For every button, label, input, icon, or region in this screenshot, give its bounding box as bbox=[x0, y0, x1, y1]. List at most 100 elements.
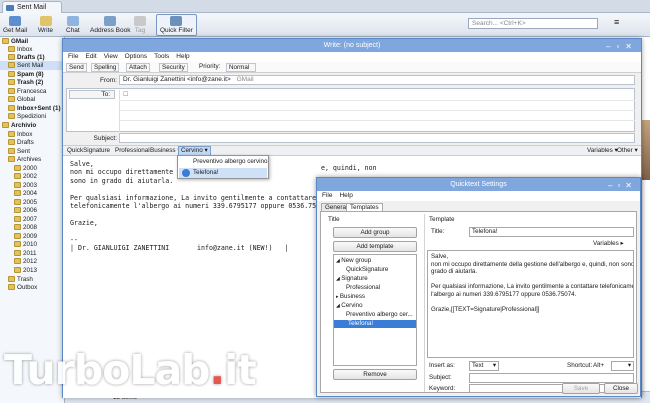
recipients-box: To: ☐ bbox=[66, 88, 635, 132]
sidebar-item-archives[interactable]: Archives bbox=[0, 155, 64, 164]
compose-menu-file[interactable]: File bbox=[68, 53, 78, 60]
folder-icon bbox=[2, 38, 9, 44]
chevron-down-icon: ▾ bbox=[492, 362, 496, 369]
quicktext-menu-file[interactable]: File bbox=[322, 192, 332, 199]
address-book-icon bbox=[104, 16, 117, 26]
tag-button[interactable]: Tag bbox=[134, 16, 146, 34]
sidebar-item-archivio[interactable]: Archivio bbox=[0, 121, 64, 130]
qt-variables[interactable]: Variables ▾ bbox=[587, 147, 618, 155]
tab-sent-mail[interactable]: Sent Mail bbox=[2, 1, 62, 13]
remove-button[interactable]: Remove bbox=[333, 369, 417, 380]
divider bbox=[119, 100, 635, 101]
spelling-button[interactable]: Spelling bbox=[91, 63, 120, 72]
address-book-button[interactable]: Address Book bbox=[90, 16, 130, 34]
compose-menu-options[interactable]: Options bbox=[125, 53, 147, 60]
menu-item-preventivo[interactable]: Preventivo albergo cervino bbox=[179, 157, 268, 167]
compose-menu-edit[interactable]: Edit bbox=[85, 53, 96, 60]
from-field[interactable]: Dr. Gianluigi Zanettini <info@zane.it> G… bbox=[119, 75, 635, 85]
sidebar-item-2013[interactable]: 2013 bbox=[0, 266, 64, 275]
save-button[interactable]: Save bbox=[562, 383, 600, 394]
sidebar-item-2002[interactable]: 2002 bbox=[0, 172, 64, 181]
from-label: From: bbox=[100, 77, 117, 84]
folder-icon bbox=[14, 190, 21, 196]
variables-button[interactable]: Variables ▸ bbox=[593, 240, 624, 248]
compose-header: From: Dr. Gianluigi Zanettini <info@zane… bbox=[63, 74, 641, 144]
tree-node[interactable]: QuickSignature bbox=[336, 266, 388, 274]
menu-item-telefona[interactable]: Telefona! bbox=[179, 168, 267, 178]
sidebar-item-global[interactable]: Global bbox=[0, 95, 64, 104]
sidebar-item-trash-2[interactable]: Trash (2) bbox=[0, 78, 64, 87]
compose-menu-help[interactable]: Help bbox=[176, 53, 189, 60]
insert-as-select[interactable]: Text ▾ bbox=[469, 361, 499, 371]
quicktext-menubar: File Help bbox=[317, 191, 640, 201]
qt-other[interactable]: Other ▾ bbox=[617, 147, 638, 155]
sidebar-item-2008[interactable]: 2008 bbox=[0, 223, 64, 232]
compose-titlebar: Write: (no subject) –▫✕ bbox=[63, 39, 641, 52]
subject-input[interactable] bbox=[119, 133, 635, 143]
mail-icon bbox=[6, 5, 14, 11]
quicktext-menu-help[interactable]: Help bbox=[339, 192, 352, 199]
chevron-down-icon: ▾ bbox=[634, 147, 638, 154]
folder-icon bbox=[8, 46, 15, 52]
qt-quicksignature[interactable]: QuickSignature bbox=[67, 147, 110, 155]
folder-icon bbox=[8, 113, 15, 119]
template-text-area[interactable]: Salve, non mi occupo direttamente della … bbox=[427, 250, 634, 358]
shortcut-label: Shortcut: bbox=[567, 362, 593, 369]
sidebar-item-sent-mail[interactable]: Sent Mail bbox=[0, 61, 64, 70]
write-button[interactable]: Write bbox=[38, 16, 53, 34]
folder-icon bbox=[14, 182, 21, 188]
compose-menu-tools[interactable]: Tools bbox=[154, 53, 169, 60]
folder-icon bbox=[14, 258, 21, 264]
hamburger-menu-icon[interactable]: ≡ bbox=[614, 18, 626, 28]
compose-menu-view[interactable]: View bbox=[104, 53, 118, 60]
quick-filter-button[interactable]: Quick Filter bbox=[156, 14, 197, 36]
template-section-label: Template bbox=[429, 216, 455, 223]
chevron-right-icon: ▸ bbox=[620, 240, 624, 247]
qt-professional[interactable]: Professional bbox=[115, 147, 150, 155]
background-photo bbox=[642, 120, 650, 180]
priority-select[interactable]: Normal bbox=[226, 63, 256, 72]
sidebar-item-2006[interactable]: 2006 bbox=[0, 206, 64, 215]
insert-as-label: Insert as: bbox=[429, 362, 455, 369]
tree-node[interactable]: ◢ New group bbox=[336, 257, 371, 265]
sidebar-item-outbox[interactable]: Outbox bbox=[0, 283, 64, 292]
body-fragment: e, quindi, non bbox=[321, 164, 377, 172]
contact-icon: ☐ bbox=[123, 92, 129, 98]
search-input[interactable]: Search... <Ctrl+K> bbox=[468, 18, 598, 29]
folder-icon bbox=[8, 156, 15, 162]
sidebar-item-spedizioni[interactable]: Spedizioni bbox=[0, 112, 64, 121]
sidebar-item-2012[interactable]: 2012 bbox=[0, 257, 64, 266]
quicktext-titlebar: Quicktext Settings –▫✕ bbox=[317, 178, 640, 191]
get-mail-button[interactable]: Get Mail bbox=[3, 16, 27, 34]
security-button[interactable]: Security bbox=[159, 63, 188, 72]
title-input[interactable]: Telefona! bbox=[469, 227, 634, 237]
send-button[interactable]: Send bbox=[66, 63, 87, 72]
tree-node[interactable]: Professional bbox=[336, 284, 380, 292]
shortcut-select[interactable]: ▾ bbox=[611, 361, 634, 371]
folder-icon bbox=[14, 267, 21, 273]
folder-icon bbox=[8, 131, 15, 137]
tree-node[interactable]: ◢ Cervino bbox=[336, 302, 363, 310]
cursor-icon bbox=[182, 169, 190, 177]
tree-node[interactable]: Telefona! bbox=[334, 320, 416, 328]
tree-node[interactable]: Preventivo albergo cer... bbox=[336, 311, 413, 319]
tree-node[interactable]: ◢ Signature bbox=[336, 275, 368, 283]
attach-button[interactable]: Attach bbox=[126, 63, 150, 72]
folder-icon bbox=[8, 71, 15, 77]
priority-label: Priority: bbox=[199, 63, 221, 70]
tree-node[interactable]: ▸ Business bbox=[336, 293, 365, 301]
sidebar-item-drafts[interactable]: Drafts bbox=[0, 138, 64, 147]
chat-icon bbox=[66, 16, 79, 26]
sidebar-item-2004[interactable]: 2004 bbox=[0, 189, 64, 198]
quicktext-settings-window: Quicktext Settings –▫✕ File Help General … bbox=[316, 177, 641, 397]
add-group-button[interactable]: Add group bbox=[333, 227, 417, 238]
folder-icon bbox=[8, 276, 15, 282]
subject-input[interactable] bbox=[469, 373, 634, 383]
add-template-button[interactable]: Add template bbox=[333, 241, 417, 252]
qt-business[interactable]: Business ▾ bbox=[150, 147, 180, 155]
chat-button[interactable]: Chat bbox=[66, 16, 80, 34]
close-button[interactable]: Close bbox=[604, 383, 638, 394]
to-select[interactable]: To: bbox=[69, 90, 115, 99]
folder-icon bbox=[14, 165, 21, 171]
sidebar-item-2010[interactable]: 2010 bbox=[0, 240, 64, 249]
